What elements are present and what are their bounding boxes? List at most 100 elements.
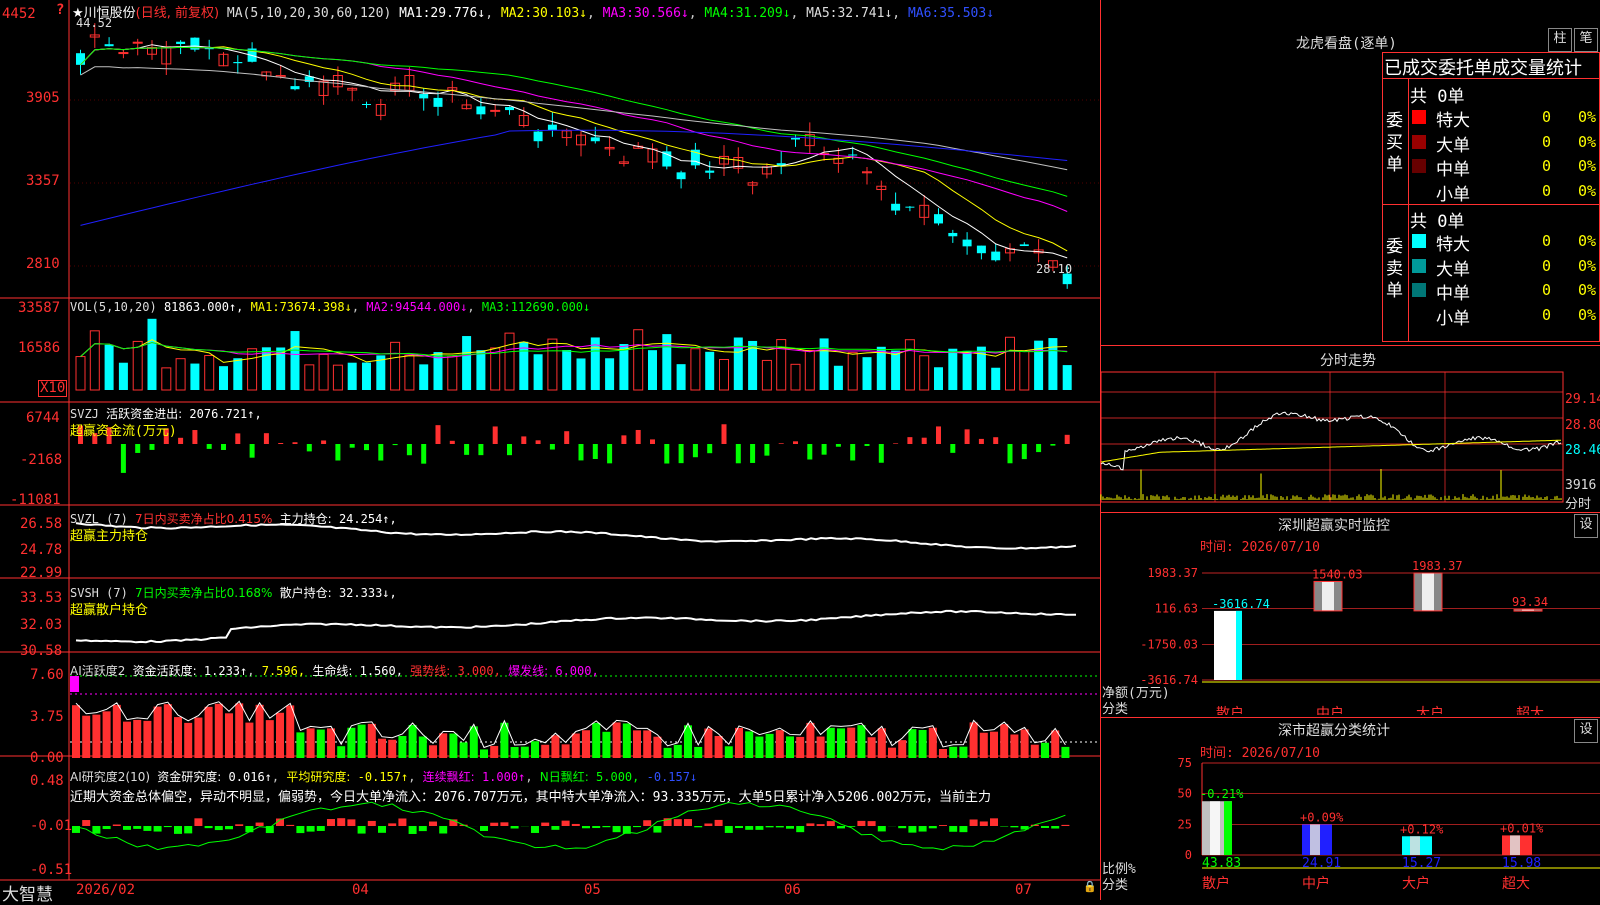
flow-bar [879,444,884,463]
vol-ma3-value: 112690.000↓ [511,300,590,314]
research-bar [796,826,804,832]
research-bar [827,821,835,826]
vol-unit-badge: X10 [38,380,67,397]
activity-bar [949,747,957,758]
flow-bar [278,443,283,444]
research-bar [296,826,304,833]
volume-bar [319,354,328,390]
research-bar [602,826,610,827]
activity-bar [562,744,570,758]
sell-swatch [1412,308,1426,322]
activity-bar [266,720,274,758]
activity-bar [541,745,549,758]
fenshi-price-line [1101,412,1561,470]
activity-bar [959,747,967,758]
stats-settings-button[interactable]: 设 [1574,719,1598,743]
research-bar [143,826,151,831]
low-price-label: 28.10 [1036,262,1072,276]
activity-bar [602,732,610,758]
vol-value: 81863.000↑, [164,300,243,314]
volume-bar [333,365,342,390]
kline-chart-area[interactable] [0,0,1100,900]
stats-unit-2: 分类 [1102,874,1128,893]
monitor-time: 时间: 2026/07/10 [1200,536,1320,555]
flow-bar [221,444,226,450]
activity-bar [725,746,733,758]
volume-bar [462,336,471,390]
activity-bar [368,724,376,758]
flow-bar [307,444,312,451]
volume-bar [577,358,586,390]
ai1-life-label: 生命线: [312,664,352,678]
ai2-research-value: 0.016↑ [229,770,272,784]
y-tick-svsh-2: 30.58 [20,643,62,659]
y-tick-main-3: 2810 [26,256,60,272]
fenshi-chart[interactable] [1100,370,1600,510]
activity-bar [460,742,468,758]
x-tick-1: 04 [352,882,369,898]
activity-bar [490,746,498,758]
sell-qty: 0 [1542,306,1551,324]
buy-label: 大单 [1436,131,1470,156]
activity-bar [215,704,223,758]
candlestick-series[interactable] [76,23,1072,289]
stock-mode[interactable]: (日线, 前复权) [136,6,219,21]
volume-bar [762,360,771,390]
research-bar [164,826,172,827]
vol-ma2-name: MA2: [366,300,395,314]
sell-label: 小单 [1436,304,1470,329]
column-mode-button[interactable]: 柱 [1548,28,1572,52]
volume-bar [90,331,99,390]
activity-bar [837,728,845,758]
stats-top-border [1100,717,1600,718]
monitor-bar-group [1514,609,1542,611]
buy-row: 大单00% [1410,131,1600,153]
volume-bar [162,368,171,390]
y-tick-ai1-1: 3.75 [30,709,64,725]
lock-icon[interactable]: 🔒 [1083,880,1097,893]
ai2-tail-value: -0.157↓ [647,770,698,784]
flow-bar [121,444,126,473]
buy-qty: 0 [1542,182,1551,200]
volume-bar [491,348,500,390]
svzj-subtitle: 超赢资金流(万元) [70,420,177,439]
monitor-bar-group [1214,611,1242,680]
stats-title: 深市超赢分类统计 [1278,720,1390,740]
volume-bar [791,364,800,390]
volume-bar [190,364,199,390]
candle-body [176,42,185,44]
research-bar [531,826,539,833]
tick-mode-button[interactable]: 笔 [1574,28,1598,52]
app-logo[interactable]: 大智慧 [2,880,53,905]
activity-bar [857,725,865,758]
sell-pct: 0% [1578,257,1596,275]
svsh-hold-value: 32.333↓, [339,586,397,600]
main-header: ★川恒股份(日线, 前复权) MA(5,10,20,30,60,120) MA1… [72,2,994,21]
activity-bar [286,705,294,758]
stats-category: 散户 [1202,875,1230,892]
activity-bar [806,723,814,758]
monitor-chart: 1983.37116.63-1750.03-3616.74-3616.74散户1… [1100,555,1600,715]
sell-row: 特大00% [1410,230,1600,252]
research-bar [786,826,794,829]
activity-bar [908,729,916,758]
research-bar [817,824,825,826]
activity-bar [1041,743,1049,758]
activity-bar [1051,730,1059,758]
help-icon[interactable]: ? [56,2,64,18]
activity-bar [572,733,580,758]
ma4-name: MA4: [704,6,735,21]
research-bar [174,826,182,834]
sell-qty: 0 [1542,232,1551,250]
buy-swatch [1412,184,1426,198]
y-tick-svzj-1: -2168 [20,452,62,468]
activity-bar [786,736,794,758]
fenshi-vol-label: 3916 [1565,478,1596,493]
buy-pct: 0% [1578,108,1596,126]
monitor-category: 大户 [1416,705,1444,715]
monitor-y-tick: 1983.37 [1147,566,1198,580]
activity-bar [194,718,202,758]
monitor-settings-button[interactable]: 设 [1574,514,1598,538]
activity-bar [878,728,886,758]
volume-bar [863,357,872,390]
